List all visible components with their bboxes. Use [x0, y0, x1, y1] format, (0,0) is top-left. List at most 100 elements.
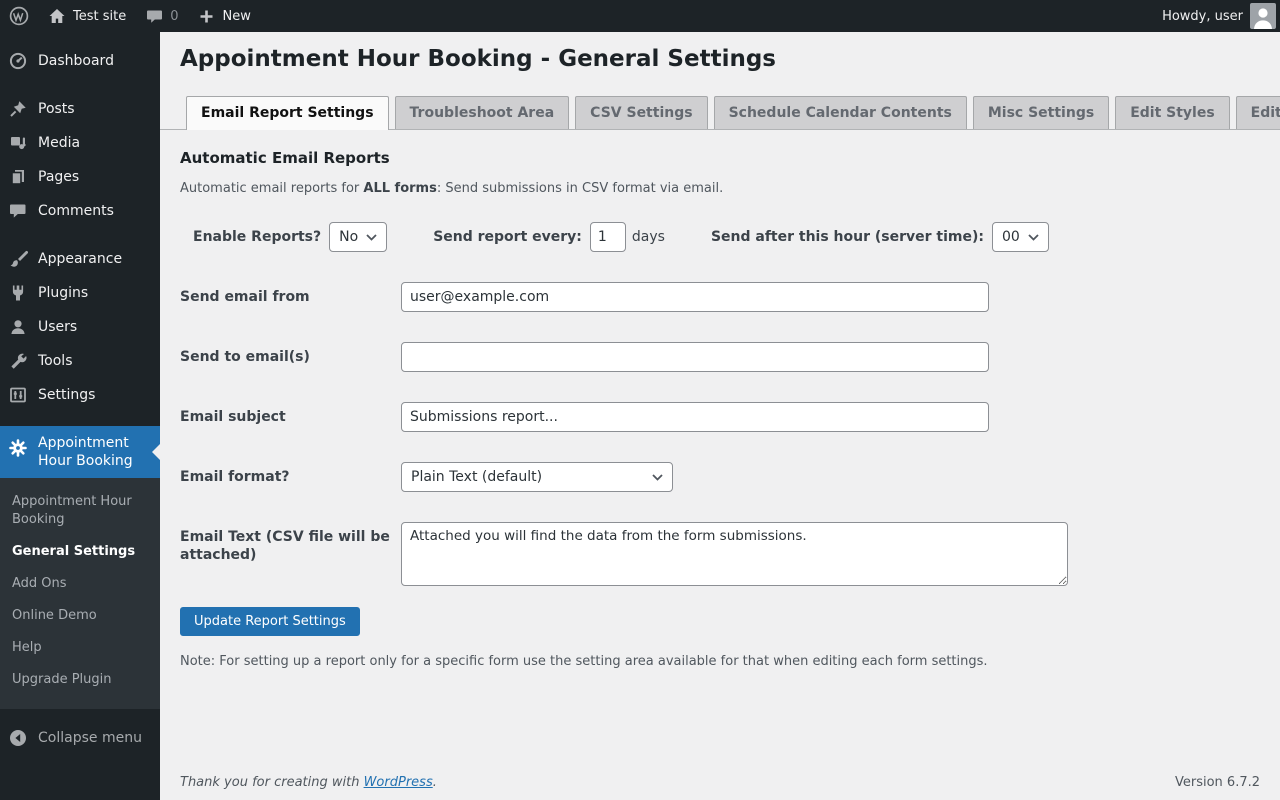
site-link[interactable]: Test site	[38, 0, 135, 32]
sidebar-item-plugins[interactable]: Plugins	[0, 276, 160, 310]
intro-bold: ALL forms	[363, 181, 436, 196]
sidebar: Dashboard Posts Media Pages Comments App…	[0, 32, 160, 800]
sidebar-item-label: Appointment Hour Booking	[38, 434, 152, 470]
new-label: New	[223, 9, 251, 24]
footer: Thank you for creating with WordPress. V…	[180, 775, 1260, 790]
wordpress-logo-icon	[9, 6, 29, 26]
wordpress-logo-menu[interactable]	[0, 0, 38, 32]
email-subject-row: Email subject	[180, 402, 1280, 432]
collapse-menu-button[interactable]: Collapse menu	[0, 721, 160, 755]
email-format-row: Email format? Plain Text (default)	[180, 462, 1280, 492]
collapse-menu-label: Collapse menu	[38, 730, 142, 746]
user-icon	[8, 317, 28, 337]
paintbrush-icon	[8, 249, 28, 269]
email-format-label: Email format?	[180, 462, 401, 492]
update-report-settings-button[interactable]: Update Report Settings	[180, 607, 360, 636]
email-subject-input[interactable]	[401, 402, 989, 432]
send-to-emails-row: Send to email(s)	[180, 342, 1280, 372]
chevron-down-icon	[366, 234, 377, 241]
plus-icon	[197, 6, 217, 26]
site-name: Test site	[73, 9, 126, 24]
comments-icon	[8, 201, 28, 221]
submenu-item-upgrade-plugin[interactable]: Upgrade Plugin	[0, 664, 160, 696]
sidebar-item-label: Media	[38, 135, 80, 151]
enable-reports-select[interactable]: No	[329, 222, 387, 252]
thanks-suffix: .	[433, 775, 437, 790]
sidebar-item-label: Pages	[38, 169, 79, 185]
send-email-from-row: Send email from	[180, 282, 1280, 312]
howdy-text: Howdy, user	[1162, 9, 1243, 24]
sidebar-item-dashboard[interactable]: Dashboard	[0, 44, 160, 78]
sidebar-item-tools[interactable]: Tools	[0, 344, 160, 378]
send-after-hour-select[interactable]: 00	[992, 222, 1049, 252]
sidebar-item-settings[interactable]: Settings	[0, 378, 160, 412]
tab-csv-settings[interactable]: CSV Settings	[575, 96, 707, 129]
sidebar-item-label: Dashboard	[38, 53, 114, 69]
submenu-item-add-ons[interactable]: Add Ons	[0, 568, 160, 600]
email-format-select[interactable]: Plain Text (default)	[401, 462, 673, 492]
send-email-from-input[interactable]	[401, 282, 989, 312]
send-to-emails-input[interactable]	[401, 342, 989, 372]
sidebar-item-appearance[interactable]: Appearance	[0, 242, 160, 276]
email-text-row: Email Text (CSV file will be attached) A…	[180, 522, 1280, 586]
avatar[interactable]	[1250, 3, 1276, 29]
submenu-item-online-demo[interactable]: Online Demo	[0, 600, 160, 632]
section-heading: Automatic Email Reports	[180, 149, 1280, 167]
tab-troubleshoot-area[interactable]: Troubleshoot Area	[395, 96, 570, 129]
send-every-input[interactable]	[590, 222, 626, 252]
plugin-submenu: Appointment Hour Booking General Setting…	[0, 478, 160, 709]
pages-icon	[8, 167, 28, 187]
section-intro: Automatic email reports for ALL forms: S…	[180, 181, 1280, 196]
enable-reports-label: Enable Reports?	[193, 229, 321, 245]
send-after-hour-value: 00	[1002, 229, 1020, 245]
submenu-item-appointment-hour-booking[interactable]: Appointment Hour Booking	[0, 486, 160, 536]
tab-edit-scripts[interactable]: Edit Scripts	[1236, 96, 1280, 129]
email-subject-label: Email subject	[180, 402, 401, 432]
send-email-from-label: Send email from	[180, 282, 401, 312]
sidebar-item-users[interactable]: Users	[0, 310, 160, 344]
home-icon	[47, 6, 67, 26]
main-content: Appointment Hour Booking - General Setti…	[160, 32, 1280, 800]
settings-tabs: Email Report Settings Troubleshoot Area …	[160, 96, 1280, 130]
sidebar-item-label: Appearance	[38, 251, 122, 267]
email-format-value: Plain Text (default)	[411, 469, 542, 485]
collapse-arrow-icon	[8, 728, 28, 748]
sidebar-item-comments[interactable]: Comments	[0, 194, 160, 228]
page-title: Appointment Hour Booking - General Setti…	[180, 46, 1280, 72]
submenu-item-help[interactable]: Help	[0, 632, 160, 664]
gear-icon	[8, 438, 28, 458]
settings-icon	[8, 385, 28, 405]
sidebar-item-media[interactable]: Media	[0, 126, 160, 160]
tab-schedule-calendar-contents[interactable]: Schedule Calendar Contents	[714, 96, 967, 129]
sidebar-item-label: Comments	[38, 203, 114, 219]
email-text-textarea[interactable]: Attached you will find the data from the…	[401, 522, 1068, 586]
wordpress-link[interactable]: WordPress	[364, 775, 433, 790]
media-icon	[8, 133, 28, 153]
chevron-down-icon	[1028, 234, 1039, 241]
account-menu[interactable]: Howdy, user	[1153, 0, 1243, 32]
new-content-menu[interactable]: New	[188, 0, 260, 32]
send-every-label: Send report every:	[433, 229, 582, 245]
comment-bubble-icon	[144, 6, 164, 26]
sidebar-item-appointment-hour-booking[interactable]: Appointment Hour Booking	[0, 426, 160, 478]
thanks-prefix: Thank you for creating with	[180, 775, 364, 790]
tab-misc-settings[interactable]: Misc Settings	[973, 96, 1109, 129]
comments-shortcut[interactable]: 0	[135, 0, 187, 32]
sidebar-item-label: Users	[38, 319, 77, 335]
intro-suffix: : Send submissions in CSV format via ema…	[437, 181, 723, 196]
comment-count: 0	[170, 9, 178, 24]
report-schedule-row: Enable Reports? No Send report every: da…	[193, 222, 1280, 252]
tab-edit-styles[interactable]: Edit Styles	[1115, 96, 1229, 129]
dashboard-icon	[8, 51, 28, 71]
sidebar-item-label: Plugins	[38, 285, 88, 301]
email-text-label: Email Text (CSV file will be attached)	[180, 522, 401, 586]
send-to-emails-label: Send to email(s)	[180, 342, 401, 372]
footer-thanks: Thank you for creating with WordPress.	[180, 775, 437, 790]
submenu-item-general-settings[interactable]: General Settings	[0, 536, 160, 568]
pushpin-icon	[8, 99, 28, 119]
tab-email-report-settings[interactable]: Email Report Settings	[186, 96, 389, 130]
sidebar-item-pages[interactable]: Pages	[0, 160, 160, 194]
enable-reports-value: No	[339, 229, 358, 245]
sidebar-item-posts[interactable]: Posts	[0, 92, 160, 126]
plug-icon	[8, 283, 28, 303]
